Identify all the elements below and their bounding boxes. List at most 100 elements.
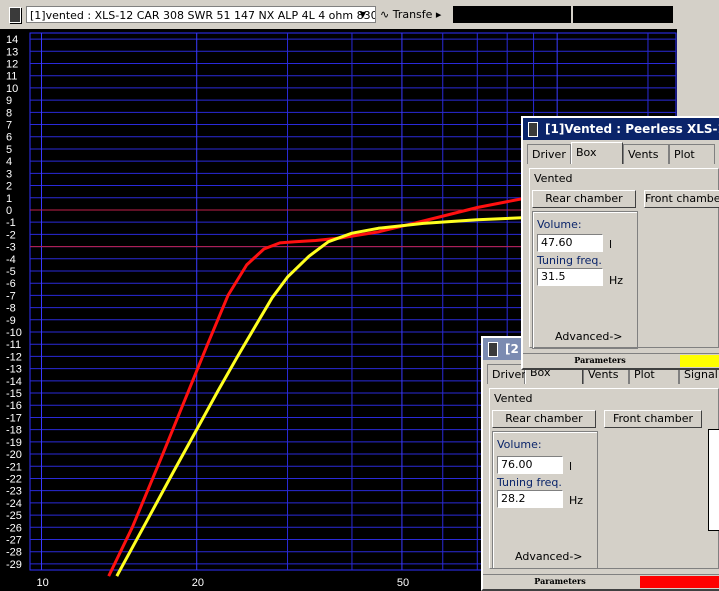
- chevron-down-icon[interactable]: ▼: [356, 7, 370, 22]
- y-tick-label: -14: [6, 376, 22, 388]
- box-preview: [708, 429, 719, 531]
- window-icon[interactable]: [9, 7, 21, 23]
- rear-chamber-group: Volume: 47.60 l Tuning freq. 31.5 Hz Adv…: [532, 211, 638, 349]
- status-parameters: Parameters: [534, 576, 586, 586]
- x-tick-label: 20: [192, 577, 204, 589]
- waveform-icon: ∿: [380, 8, 390, 21]
- tuning-input[interactable]: 31.5: [537, 268, 603, 286]
- y-tick-label: -12: [6, 351, 22, 363]
- tuning-unit: Hz: [609, 274, 624, 287]
- volume-unit: l: [609, 238, 613, 251]
- y-tick-label: -23: [6, 486, 22, 498]
- window-icon: [488, 342, 498, 357]
- y-tick-label: 11: [6, 71, 17, 83]
- y-tick-label: -28: [6, 547, 22, 559]
- enclosure-window-1[interactable]: [1]Vented : Peerless XLS-12 Driver Box V…: [521, 116, 719, 370]
- project-title-select[interactable]: [1]vented : XLS-12 CAR 308 SWR 51 147 NX…: [26, 6, 376, 23]
- enclosure-window-2[interactable]: [2 Driver Box Vents Plot Signal Vented R…: [481, 336, 719, 591]
- y-tick-label: -24: [6, 498, 22, 510]
- rear-chamber-group: Volume: 76.00 l Tuning freq. 28.2 Hz Adv…: [492, 431, 598, 569]
- y-tick-label: 2: [6, 181, 12, 193]
- tab-plot[interactable]: Plot: [669, 144, 715, 164]
- tuning-label: Tuning freq.: [497, 476, 562, 489]
- y-tick-label: -18: [6, 425, 22, 437]
- y-tick-label: -7: [6, 290, 16, 302]
- curve-color-swatch[interactable]: [680, 355, 719, 367]
- y-tick-label: 4: [6, 156, 12, 168]
- window1-title: [1]Vented : Peerless XLS-12: [545, 122, 719, 136]
- front-chamber-button[interactable]: Front chamber: [604, 410, 702, 428]
- y-tick-label: -1: [6, 217, 16, 229]
- y-tick-label: 8: [6, 107, 12, 119]
- box-panel: Vented Rear chamber Front chamber Volume…: [489, 388, 719, 569]
- window1-tabs: Driver Box Vents Plot: [525, 142, 719, 164]
- window-icon: [528, 122, 538, 137]
- y-tick-label: -21: [6, 461, 22, 473]
- enclosure-type-label: Vented: [494, 392, 533, 405]
- volume-unit: l: [569, 460, 573, 473]
- y-tick-label: 0: [6, 205, 12, 217]
- y-tick-label: -27: [6, 534, 22, 546]
- volume-input[interactable]: 76.00: [497, 456, 563, 474]
- box-panel: Vented Rear chamber Front chamber Volume…: [529, 168, 719, 349]
- x-tick-label: 10: [36, 577, 48, 589]
- window2-statusbar: Parameters: [483, 574, 719, 589]
- y-tick-label: 1: [6, 193, 12, 205]
- y-tick-label: -17: [6, 412, 22, 424]
- y-tick-label: -2: [6, 229, 16, 241]
- y-tick-label: -3: [6, 242, 16, 254]
- y-tick-label: -8: [6, 303, 16, 315]
- advanced-button[interactable]: Advanced->: [555, 330, 623, 343]
- y-tick-label: 3: [6, 168, 12, 180]
- transfer-function-menu[interactable]: ∿ Transfe ▸: [380, 6, 448, 23]
- tuning-unit: Hz: [569, 494, 584, 507]
- transfer-label: Transfe: [392, 8, 433, 21]
- tab-box[interactable]: Box: [571, 142, 623, 164]
- y-tick-label: 10: [6, 83, 18, 95]
- y-tick-label: 9: [6, 95, 12, 107]
- y-tick-label: -25: [6, 510, 22, 522]
- front-chamber-button[interactable]: Front chamber: [644, 190, 719, 208]
- y-tick-label: -22: [6, 473, 22, 485]
- y-tick-label: -9: [6, 315, 16, 327]
- y-tick-label: 14: [6, 34, 18, 46]
- enclosure-type-label: Vented: [534, 172, 573, 185]
- volume-input[interactable]: 47.60: [537, 234, 603, 252]
- tuning-input[interactable]: 28.2: [497, 490, 563, 508]
- tab-vents[interactable]: Vents: [623, 144, 669, 164]
- x-tick-label: 50: [397, 577, 409, 589]
- y-tick-label: -29: [6, 559, 22, 571]
- y-tick-label: -10: [6, 327, 22, 339]
- y-tick-label: -19: [6, 437, 22, 449]
- toolbar-readout-2: [573, 6, 673, 23]
- volume-label: Volume:: [537, 218, 582, 231]
- y-tick-label: -13: [6, 364, 22, 376]
- volume-label: Volume:: [497, 438, 542, 451]
- advanced-button[interactable]: Advanced->: [515, 550, 583, 563]
- window1-titlebar[interactable]: [1]Vented : Peerless XLS-12: [523, 118, 719, 140]
- status-parameters: Parameters: [574, 355, 626, 365]
- y-tick-label: -4: [6, 254, 16, 266]
- toolbar-readout-1: [453, 6, 571, 23]
- y-tick-label: 5: [6, 144, 12, 156]
- y-tick-label: 12: [6, 59, 18, 71]
- tab-driver[interactable]: Driver: [527, 144, 571, 164]
- curve-color-swatch[interactable]: [640, 576, 719, 588]
- y-tick-label: 6: [6, 132, 12, 144]
- rear-chamber-button[interactable]: Rear chamber: [492, 410, 596, 428]
- rear-chamber-button[interactable]: Rear chamber: [532, 190, 636, 208]
- y-tick-label: -11: [6, 339, 21, 351]
- tab-driver[interactable]: Driver: [487, 364, 526, 384]
- y-tick-label: 13: [6, 46, 18, 58]
- y-tick-label: -6: [6, 278, 16, 290]
- tuning-label: Tuning freq.: [537, 254, 602, 267]
- y-tick-label: -15: [6, 388, 22, 400]
- window2-title: [2: [505, 342, 519, 356]
- y-tick-label: -20: [6, 449, 22, 461]
- window1-statusbar: Parameters: [523, 353, 719, 368]
- y-tick-label: -16: [6, 400, 22, 412]
- y-tick-label: 7: [6, 120, 12, 132]
- y-tick-label: -26: [6, 522, 22, 534]
- y-tick-label: -5: [6, 266, 16, 278]
- chart-toolbar: [1]vented : XLS-12 CAR 308 SWR 51 147 NX…: [0, 0, 677, 30]
